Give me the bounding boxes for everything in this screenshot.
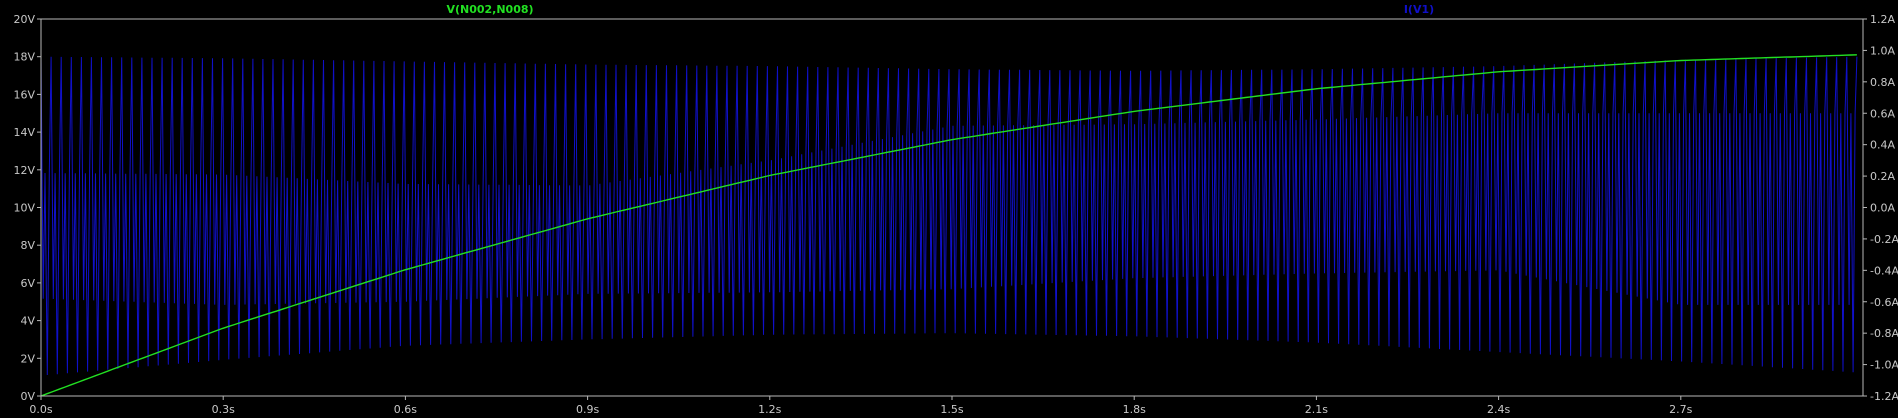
left-y-tick-label: 4V: [20, 315, 35, 328]
x-tick-label: 1.5s: [940, 403, 963, 416]
x-tick-label: 0.6s: [394, 403, 417, 416]
x-tick-label: 1.2s: [758, 403, 781, 416]
right-y-tick-label: 0.4A: [1870, 139, 1895, 152]
x-tick-label: 0.0s: [29, 403, 52, 416]
left-y-tick-label: 2V: [20, 352, 35, 365]
x-tick-label: 2.7s: [1669, 403, 1692, 416]
left-y-tick-label: 8V: [20, 239, 35, 252]
right-y-tick-label: 1.0A: [1870, 44, 1895, 57]
voltage-trace-label[interactable]: V(N002,N008): [446, 3, 533, 16]
left-y-tick-label: 0V: [20, 390, 35, 403]
left-y-tick-label: 16V: [13, 88, 35, 101]
left-y-tick-label: 6V: [20, 277, 35, 290]
current-trace-label[interactable]: I(V1): [1404, 3, 1434, 16]
right-y-tick-label: 0.6A: [1870, 107, 1895, 120]
right-y-tick-label: -0.2A: [1870, 233, 1898, 246]
left-y-tick-label: 20V: [13, 13, 35, 26]
left-y-tick-label: 10V: [13, 202, 35, 215]
right-y-tick-label: -0.4A: [1870, 264, 1898, 277]
x-tick-label: 0.3s: [212, 403, 235, 416]
left-y-tick-label: 14V: [13, 126, 35, 139]
right-y-tick-label: 0.0A: [1870, 202, 1895, 215]
x-tick-label: 2.4s: [1487, 403, 1510, 416]
right-y-tick-label: 0.8A: [1870, 76, 1895, 89]
right-y-tick-label: -0.6A: [1870, 296, 1898, 309]
right-y-tick-label: -0.8A: [1870, 327, 1898, 340]
x-tick-label: 1.8s: [1123, 403, 1146, 416]
left-y-tick-label: 18V: [13, 51, 35, 64]
x-tick-label: 2.1s: [1305, 403, 1328, 416]
right-y-tick-label: 0.2A: [1870, 170, 1895, 183]
right-y-tick-label: -1.0A: [1870, 359, 1898, 372]
right-y-tick-label: -1.2A: [1870, 390, 1898, 403]
x-tick-label: 0.9s: [576, 403, 599, 416]
waveform-plot[interactable]: V(N002,N008) I(V1) 0.0s 0.3s 0.6s 0.9s 1.2s 1…: [0, 0, 1898, 418]
left-y-tick-label: 12V: [13, 164, 35, 177]
right-y-tick-label: 1.2A: [1870, 13, 1895, 26]
